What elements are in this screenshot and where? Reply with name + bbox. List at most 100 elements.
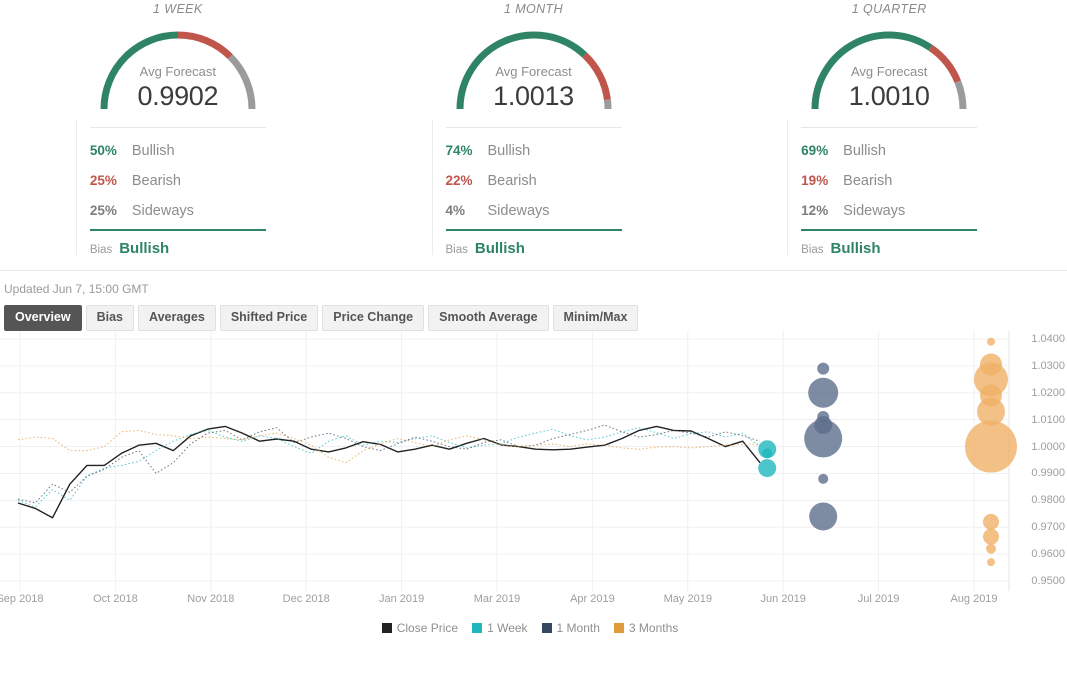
x-axis-tick-label: Sep 2018 bbox=[0, 593, 44, 605]
bias-label: Bias bbox=[89, 244, 113, 256]
tab-price-change[interactable]: Price Change bbox=[322, 305, 425, 331]
y-axis-tick-label: 0.9700 bbox=[1031, 521, 1065, 534]
stat-row: 4% Sideways bbox=[446, 196, 622, 226]
stat-row: 12% Sideways bbox=[801, 196, 977, 226]
bias-row: Bias Bullish bbox=[90, 231, 266, 257]
legend-item[interactable]: 3 Months bbox=[613, 621, 678, 635]
stat-row: 69% Bullish bbox=[801, 136, 977, 166]
chart-legend: Close Price 1 Week 1 Month 3 Months bbox=[0, 619, 1067, 636]
legend-label: Close Price bbox=[396, 620, 459, 635]
y-axis-tick-label: 1.0400 bbox=[1031, 333, 1065, 345]
stat-percent-bullish: 74% bbox=[445, 143, 473, 158]
gauge-arc-svg bbox=[811, 31, 967, 110]
legend-label: 1 Week bbox=[487, 620, 528, 635]
stat-row: 50% Bullish bbox=[90, 136, 266, 166]
stat-percent-sideways: 4% bbox=[445, 203, 466, 218]
stat-percent-bullish: 69% bbox=[801, 143, 829, 158]
forecast-bubble[interactable] bbox=[818, 473, 829, 484]
bias-label: Bias bbox=[445, 244, 468, 256]
gauge-arc-segment bbox=[954, 80, 967, 110]
gauge-panel-1-quarter: 1 QUARTER Avg Forecast 1.0010 69% Bullis… bbox=[711, 0, 1067, 270]
gauge-arc-svg bbox=[456, 31, 611, 110]
legend-item[interactable]: 1 Month bbox=[541, 620, 600, 635]
gauge-dial: Avg Forecast 0.9902 bbox=[0, 17, 356, 113]
gauge-panel-1-month: 1 MONTH Avg Forecast 1.0013 74% Bullish … bbox=[356, 0, 712, 270]
x-axis-tick-label: Apr 2019 bbox=[570, 593, 615, 605]
y-axis-tick-label: 1.0200 bbox=[1031, 386, 1065, 399]
stat-percent-bullish: 50% bbox=[89, 143, 117, 158]
gauge-arc-segment bbox=[227, 54, 256, 110]
stat-label-bearish: Bearish bbox=[131, 173, 181, 189]
legend-item[interactable]: 1 Week bbox=[472, 620, 528, 635]
legend-label: 1 Month bbox=[556, 620, 600, 635]
bias-value: Bullish bbox=[830, 240, 881, 257]
legend-swatch-icon bbox=[613, 622, 624, 633]
stat-row: 25% Sideways bbox=[90, 196, 266, 226]
forecast-bubble[interactable] bbox=[762, 448, 773, 459]
stat-label-sideways: Sideways bbox=[843, 203, 906, 219]
forecast-bubble[interactable] bbox=[987, 337, 995, 346]
tab-averages[interactable]: Averages bbox=[138, 305, 216, 331]
gauge-arc-segment bbox=[456, 31, 587, 110]
stat-row: 25% Bearish bbox=[90, 166, 266, 196]
gauge-title: 1 MONTH bbox=[503, 2, 564, 16]
forecast-bubble[interactable] bbox=[817, 362, 830, 375]
y-axis-tick-label: 1.0300 bbox=[1031, 359, 1065, 372]
bias-value: Bullish bbox=[474, 240, 525, 257]
bias-value: Bullish bbox=[119, 240, 170, 257]
tab-smooth-average[interactable]: Smooth Average bbox=[428, 305, 549, 331]
stat-row: 19% Bearish bbox=[801, 166, 977, 196]
y-axis-tick-label: 0.9900 bbox=[1031, 467, 1065, 480]
bias-row: Bias Bullish bbox=[446, 231, 622, 257]
legend-swatch-icon bbox=[541, 622, 552, 633]
updated-timestamp: Updated Jun 7, 15:00 GMT bbox=[4, 282, 149, 296]
tab-shifted-price[interactable]: Shifted Price bbox=[219, 305, 319, 331]
sentiment-stats: 74% Bullish 22% Bearish 4% Sideways Bias… bbox=[445, 127, 622, 257]
stat-label-bullish: Bullish bbox=[843, 143, 886, 159]
stat-label-bearish: Bearish bbox=[487, 173, 537, 189]
x-axis-tick-label: Oct 2018 bbox=[93, 593, 138, 605]
x-axis-tick-label: Jun 2019 bbox=[760, 593, 806, 605]
sentiment-stats: 50% Bullish 25% Bearish 25% Sideways Bia… bbox=[89, 127, 266, 257]
forecast-bubble[interactable] bbox=[808, 377, 839, 408]
y-axis-tick-label: 0.9600 bbox=[1031, 548, 1065, 561]
tab-overview[interactable]: Overview bbox=[4, 305, 82, 331]
forecast-bubble[interactable] bbox=[983, 528, 999, 545]
gauge-dial: Avg Forecast 1.0010 bbox=[711, 17, 1067, 113]
chart-y-axis: 1.0400 1.0300 1.0200 1.0100 1.0000 0.9900 0.98… bbox=[1009, 331, 1067, 591]
stat-percent-bearish: 25% bbox=[89, 173, 117, 188]
forecast-gauges: 1 WEEK Avg Forecast 0.9902 50% Bullish 2… bbox=[0, 0, 1067, 270]
legend-item[interactable]: Close Price bbox=[381, 620, 459, 635]
y-axis-tick-label: 1.0000 bbox=[1031, 440, 1065, 453]
stat-label-sideways: Sideways bbox=[131, 203, 194, 219]
panel-divider bbox=[76, 120, 77, 255]
sentiment-stats: 69% Bullish 19% Bearish 12% Sideways Bia… bbox=[801, 127, 978, 257]
gauge-arc-segment bbox=[581, 52, 611, 101]
gauge-title: 1 WEEK bbox=[153, 2, 203, 16]
tab-minim-max[interactable]: Minim/Max bbox=[552, 305, 639, 331]
gauge-title: 1 QUARTER bbox=[851, 2, 927, 16]
panel-divider bbox=[787, 120, 789, 255]
stat-percent-sideways: 25% bbox=[89, 203, 117, 218]
y-axis-tick-label: 1.0100 bbox=[1031, 413, 1065, 426]
forecast-chart[interactable]: 1.0400 1.0300 1.0200 1.0100 1.0000 0.9900 0.98… bbox=[0, 331, 1067, 636]
forecast-bubble[interactable] bbox=[758, 459, 777, 478]
forecast-bubble[interactable] bbox=[983, 513, 999, 530]
x-axis-tick-label: Jan 2019 bbox=[378, 593, 425, 605]
gauge-arc-segment bbox=[603, 99, 611, 110]
stat-label-bullish: Bullish bbox=[131, 143, 175, 159]
gauge-panel-1-week: 1 WEEK Avg Forecast 0.9902 50% Bullish 2… bbox=[0, 0, 356, 270]
stat-row: 22% Bearish bbox=[446, 166, 622, 196]
forecast-bubble[interactable] bbox=[987, 558, 995, 567]
forecast-bubble[interactable] bbox=[809, 502, 838, 531]
gauge-arc-svg bbox=[100, 31, 256, 110]
x-axis-tick-label: Dec 2018 bbox=[282, 593, 330, 605]
forecast-bubble[interactable] bbox=[804, 419, 843, 458]
legend-swatch-icon bbox=[472, 622, 483, 633]
forecast-bubble[interactable] bbox=[986, 543, 996, 554]
x-axis-tick-label: Mar 2019 bbox=[473, 593, 521, 605]
chart-canvas[interactable] bbox=[0, 331, 1067, 591]
stat-label-bullish: Bullish bbox=[487, 143, 531, 159]
gauge-arc-segment bbox=[100, 31, 178, 110]
tab-bias[interactable]: Bias bbox=[85, 305, 134, 331]
